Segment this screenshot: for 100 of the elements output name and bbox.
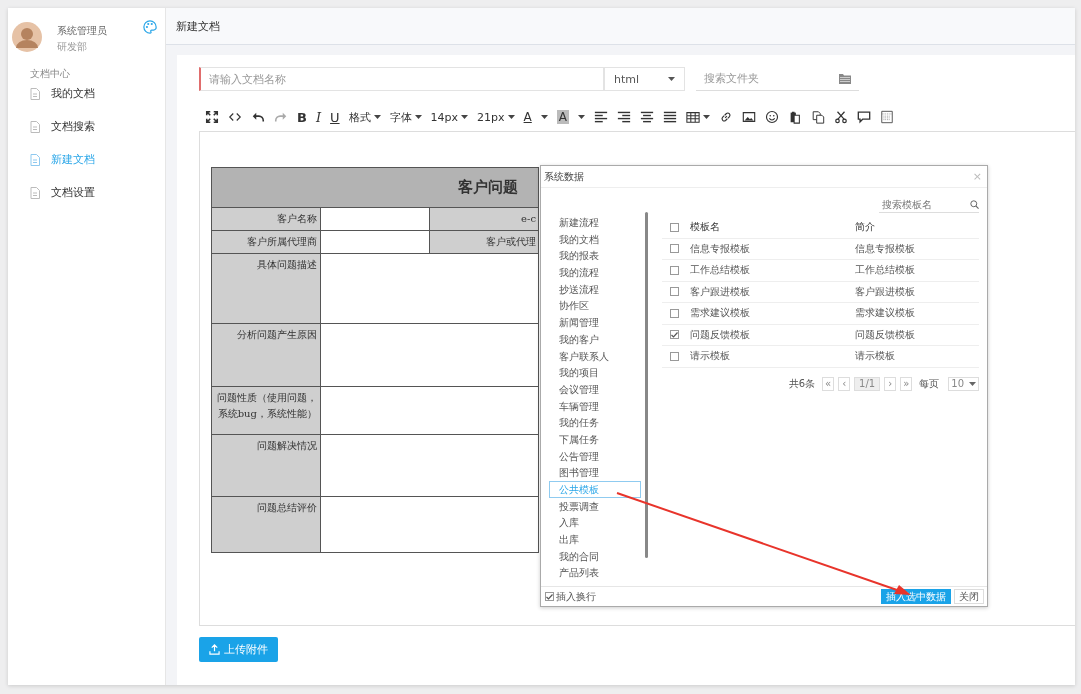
- table-cell[interactable]: [320, 496, 539, 553]
- caret-icon[interactable]: [578, 115, 585, 119]
- table-cell-text: 信息专报模板: [855, 241, 916, 256]
- bold-button[interactable]: B: [297, 109, 307, 125]
- template-icon[interactable]: [880, 110, 894, 124]
- document-icon: [30, 153, 40, 166]
- close-button[interactable]: 关闭: [954, 589, 984, 604]
- table-cell-text: 需求建议模板: [690, 306, 751, 321]
- category-item[interactable]: 会议管理: [549, 380, 641, 398]
- comment-icon[interactable]: [857, 110, 871, 124]
- category-item[interactable]: 新闻管理: [549, 314, 641, 331]
- checkbox[interactable]: [670, 330, 679, 340]
- next-page-button[interactable]: ›: [884, 376, 897, 391]
- palette-icon[interactable]: [143, 20, 157, 34]
- per-page-label: 每页: [919, 376, 940, 391]
- table-cell[interactable]: [320, 253, 539, 324]
- font-color-button[interactable]: A: [523, 110, 532, 124]
- nav-item[interactable]: 我的文档: [8, 77, 165, 110]
- category-item[interactable]: 公告管理: [549, 447, 641, 465]
- table-title: 客户问题: [211, 167, 539, 208]
- page-tab[interactable]: 新建文档: [176, 18, 220, 34]
- toolbar-dropdown[interactable]: 21px: [477, 110, 515, 124]
- category-item[interactable]: 产品列表: [549, 564, 641, 582]
- category-item[interactable]: 图书管理: [549, 464, 641, 481]
- category-item[interactable]: 投票调查: [549, 497, 641, 515]
- checkbox[interactable]: [670, 287, 679, 297]
- checkbox[interactable]: [670, 265, 679, 275]
- category-item[interactable]: 我的文档: [549, 230, 641, 248]
- category-item[interactable]: 入库: [549, 514, 641, 532]
- table-label-cell: 问题总结评价: [211, 496, 321, 553]
- link-icon[interactable]: [719, 110, 733, 124]
- align-center-icon[interactable]: [640, 110, 654, 124]
- align-right-icon[interactable]: [617, 110, 631, 124]
- folder-search-field[interactable]: 搜索文件夹: [696, 72, 839, 85]
- image-icon[interactable]: [742, 110, 756, 124]
- paste-icon[interactable]: [788, 110, 802, 124]
- fullscreen-icon[interactable]: [205, 110, 219, 124]
- undo-icon[interactable]: [251, 110, 265, 124]
- scissors-icon[interactable]: [834, 110, 848, 124]
- checkbox[interactable]: [670, 308, 679, 318]
- underline-button[interactable]: U: [330, 109, 340, 125]
- table-label-cell: 客户所属代理商: [211, 230, 321, 254]
- toolbar-dropdown[interactable]: 字体: [389, 109, 422, 125]
- caret-icon[interactable]: [540, 115, 548, 119]
- table-icon: [686, 110, 700, 124]
- nav-item[interactable]: 文档搜索: [8, 110, 165, 143]
- smiley-icon[interactable]: [765, 110, 779, 124]
- code-icon[interactable]: [228, 110, 242, 124]
- category-item[interactable]: 我的合同: [549, 547, 641, 565]
- highlight-button[interactable]: A: [556, 110, 569, 124]
- line-break-checkbox[interactable]: [545, 592, 554, 601]
- category-item[interactable]: 抄送流程: [549, 280, 641, 298]
- italic-button[interactable]: I: [315, 109, 322, 125]
- table-cell-text: 问题反馈模板: [855, 327, 916, 342]
- previous-page-button[interactable]: ‹: [838, 376, 851, 391]
- category-item[interactable]: 新建流程: [549, 214, 641, 231]
- toolbar-dropdown[interactable]: 14px: [430, 110, 469, 124]
- last-page-button[interactable]: »: [900, 376, 913, 391]
- table-cell[interactable]: [320, 323, 539, 387]
- checkbox[interactable]: [670, 351, 679, 361]
- justify-icon[interactable]: [663, 110, 677, 124]
- table-label-cell: 分析问题产生原因: [211, 323, 321, 387]
- format-select[interactable]: html: [604, 67, 685, 91]
- category-item[interactable]: 我的项目: [549, 364, 641, 381]
- category-item[interactable]: 我的任务: [549, 414, 641, 431]
- category-item[interactable]: 客户联系人: [549, 347, 641, 365]
- table-cell-text: 问题反馈模板: [690, 327, 751, 342]
- category-item[interactable]: 我的流程: [549, 264, 641, 281]
- table-button[interactable]: [686, 110, 710, 124]
- user-name: 系统管理员: [57, 24, 108, 38]
- table-cell[interactable]: [320, 386, 539, 435]
- align-left-icon[interactable]: [594, 110, 608, 124]
- document-icon: [30, 87, 40, 100]
- editor-area[interactable]: [199, 131, 1075, 626]
- first-page-button[interactable]: «: [822, 376, 835, 391]
- user-department: 研发部: [57, 40, 88, 54]
- table-cell[interactable]: [320, 434, 539, 497]
- copy-icon[interactable]: [811, 110, 825, 124]
- scrollbar[interactable]: [645, 212, 648, 558]
- category-item[interactable]: 我的报表: [549, 247, 641, 265]
- page-size-select[interactable]: 10: [948, 376, 979, 391]
- category-item[interactable]: 协作区: [549, 297, 641, 315]
- checkbox-label: 插入换行: [556, 589, 596, 604]
- nav-item[interactable]: 文档设置: [8, 176, 165, 209]
- category-item[interactable]: 出库: [549, 531, 641, 548]
- folder-icon: [839, 73, 851, 84]
- category-item[interactable]: 我的客户: [549, 330, 641, 348]
- category-item[interactable]: 下属任务: [549, 430, 641, 448]
- dialog-title: 系统数据: [544, 169, 584, 184]
- select-all-checkbox[interactable]: [670, 222, 679, 232]
- table-cell-text: 请示模板: [855, 349, 896, 364]
- table-cell-text: 客户跟进模板: [690, 284, 751, 299]
- toolbar-dropdown[interactable]: 格式: [348, 109, 381, 125]
- table-cell-text: 工作总结模板: [855, 263, 916, 278]
- category-item[interactable]: 车辆管理: [549, 397, 641, 415]
- caret-icon: [668, 77, 675, 81]
- avatar: [12, 22, 42, 52]
- document-name-field[interactable]: 请输入文档名称: [199, 67, 604, 91]
- checkmark-icon: [546, 593, 553, 600]
- checkbox[interactable]: [670, 244, 679, 254]
